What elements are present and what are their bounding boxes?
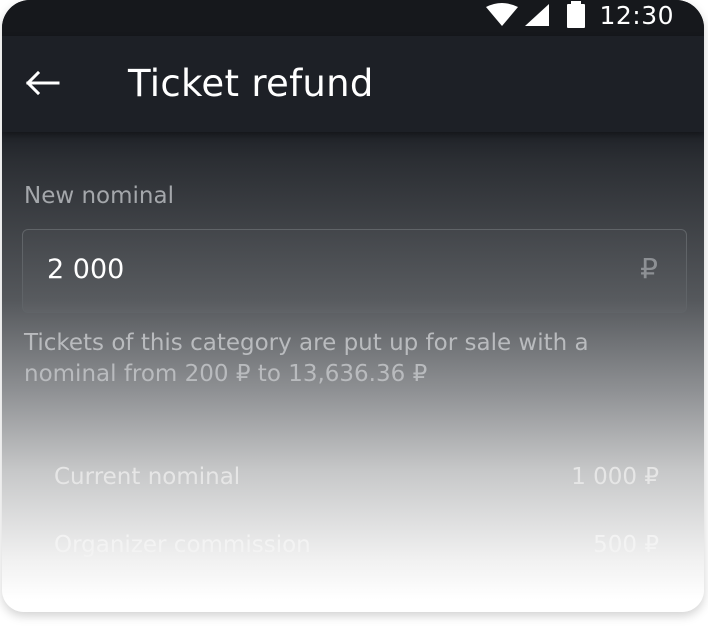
nominal-range-hint: Tickets of this category are put up for … bbox=[24, 330, 589, 387]
battery-icon bbox=[567, 1, 586, 28]
status-icons: 12:30 bbox=[485, 0, 674, 30]
status-time: 12:30 bbox=[599, 0, 674, 30]
new-nominal-value[interactable]: 2 000 bbox=[47, 254, 124, 285]
phone-screen: 12:30 Ticket refund New nominal 2 000 ₽ … bbox=[2, 0, 704, 612]
currency-symbol: ₽ bbox=[640, 252, 658, 285]
page-title: Ticket refund bbox=[128, 62, 374, 105]
status-bar: 12:30 bbox=[2, 0, 704, 36]
arrow-left-icon[interactable] bbox=[24, 69, 60, 97]
summary-label: Organizer commission bbox=[54, 532, 311, 558]
summary-row-organizer-commission: Organizer commission 500 ₽ bbox=[54, 532, 659, 564]
signal-icon bbox=[525, 4, 550, 26]
summary-label: Current nominal bbox=[54, 464, 241, 490]
summary-row-current-nominal: Current nominal 1 000 ₽ bbox=[54, 464, 659, 496]
wifi-icon bbox=[486, 3, 519, 26]
new-nominal-label: New nominal bbox=[24, 183, 174, 209]
summary-value: 500 ₽ bbox=[593, 532, 659, 558]
summary-value: 1 000 ₽ bbox=[571, 464, 659, 490]
new-nominal-input[interactable]: 2 000 ₽ bbox=[22, 229, 687, 313]
app-bar: Ticket refund bbox=[2, 36, 704, 132]
